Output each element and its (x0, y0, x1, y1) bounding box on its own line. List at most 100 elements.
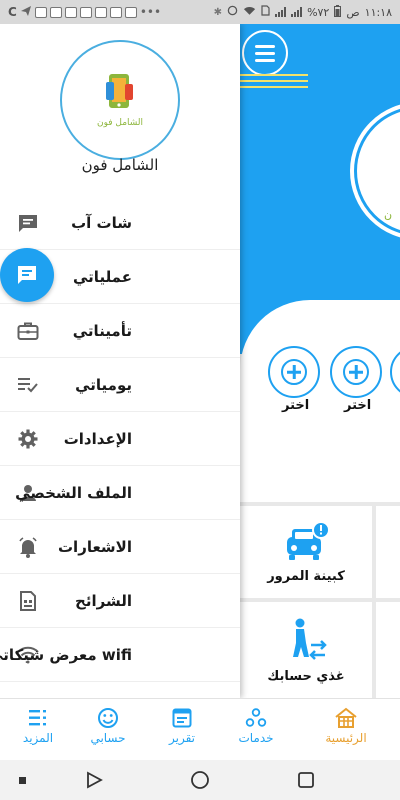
menu-item-label: تأميناتي (72, 321, 132, 340)
menu-item-wifi[interactable]: معرض شبكاتي wifi (0, 628, 240, 682)
recents-square-icon (298, 772, 314, 788)
checklist-icon (16, 373, 40, 397)
app-logo: الشامل فون (60, 40, 180, 160)
menu-item-chat[interactable]: شات آب (0, 196, 240, 250)
app-screen: C ••• ✱ %٧٢ ص ١١:١٨ ن اختر اختر كبينة ال… (0, 0, 400, 800)
add-button[interactable] (330, 346, 382, 398)
nav-account[interactable]: حسابي (72, 707, 144, 745)
phone-logo-icon (106, 74, 133, 108)
send-icon (20, 5, 32, 20)
nav-home[interactable]: الرئيسية (310, 707, 382, 745)
menu-button[interactable] (242, 30, 288, 76)
nav-label: المزيد (22, 731, 54, 745)
status-bar: C ••• ✱ %٧٢ ص ١١:١٨ (0, 0, 400, 24)
signal-icon (275, 7, 287, 17)
add-label: اختر (282, 398, 310, 413)
tile-partial[interactable] (376, 506, 400, 598)
plus-icon (343, 359, 369, 385)
tile-label: غذي حسابك (267, 668, 345, 684)
battery-percent: %٧٢ (307, 5, 330, 19)
notification-icon (49, 6, 62, 18)
menu-item-label: معرض شبكاتي wifi (0, 645, 132, 664)
system-navigation-bar (0, 760, 400, 800)
wifi-status-icon (243, 6, 256, 19)
nav-label: الرئيسية (325, 731, 367, 745)
bell-icon (16, 535, 40, 559)
nav-report[interactable]: تقرير (146, 707, 218, 745)
ampm-label: ص (346, 5, 360, 19)
services-grid: كبينة المرور غذي حسابك (240, 502, 400, 698)
menu-item-insurance[interactable]: تأميناتي (0, 304, 240, 358)
bottom-navigation: المزيد حسابي تقرير خدمات الرئيسية (0, 698, 400, 760)
menu-item-label: عملياتي (73, 267, 132, 286)
decor-line (240, 86, 308, 88)
report-icon (172, 708, 192, 728)
notification-icon (94, 6, 107, 18)
notification-icon (34, 6, 47, 18)
menu-item-label: شات آب (71, 213, 132, 232)
menu-item-label: الشرائح (75, 591, 132, 610)
nav-services[interactable]: خدمات (220, 707, 292, 745)
notification-icon (124, 6, 137, 18)
notification-icon (109, 6, 122, 18)
plus-icon (281, 359, 307, 385)
menu-item-notifications[interactable]: الاشعارات (0, 520, 240, 574)
menu-item-label: الاشعارات (57, 537, 132, 556)
system-indicators: ✱ %٧٢ ص ١١:١٨ (213, 4, 392, 20)
menu-item-journal[interactable]: يومياتي (0, 358, 240, 412)
nav-label: تقرير (169, 731, 195, 745)
alarm-icon (227, 5, 238, 19)
notification-icon (79, 6, 92, 18)
more-icon (29, 710, 46, 726)
menu-item-settings[interactable]: الإعدادات (0, 412, 240, 466)
back-button[interactable] (82, 768, 106, 792)
message-icon (18, 266, 36, 284)
home-logo-text: ن (384, 208, 393, 221)
menu-item-profile[interactable]: الملف الشخصي (0, 466, 240, 520)
add-button[interactable] (268, 346, 320, 398)
square-menu-button[interactable] (10, 768, 34, 792)
home-button[interactable] (188, 768, 212, 792)
menu-item-label: الإعدادات (63, 429, 132, 448)
navigation-drawer: الشامل فون الشامل فون شات آب عملياتي تأم… (0, 24, 240, 698)
car-icon (287, 520, 330, 560)
menu-item-sims[interactable]: الشرائح (0, 574, 240, 628)
menu-item-label: يومياتي (75, 375, 132, 394)
transfer-icon (293, 618, 327, 660)
recents-button[interactable] (294, 768, 318, 792)
briefcase-icon (16, 319, 40, 343)
operations-fab[interactable] (0, 248, 54, 302)
small-square-icon (18, 776, 26, 784)
tile-traffic[interactable]: كبينة المرور (240, 506, 372, 598)
nav-label: خدمات (238, 731, 274, 745)
more-dots-icon: ••• (139, 5, 162, 19)
sim-status-icon (261, 5, 270, 19)
notification-icon (64, 6, 77, 18)
services-icon (245, 708, 267, 727)
signal-icon (291, 7, 303, 17)
sim-card-icon (16, 589, 40, 613)
tile-label: كبينة المرور (267, 568, 345, 584)
nav-label: حسابي (90, 731, 126, 745)
add-label: اختر (344, 398, 372, 413)
drawer-app-name: الشامل فون (81, 156, 159, 174)
battery-icon (334, 4, 342, 20)
bluetooth-icon: ✱ (213, 6, 223, 18)
tile-partial[interactable] (376, 602, 400, 698)
chat-icon (16, 211, 40, 235)
home-circle-icon (191, 771, 209, 789)
home-icon (335, 707, 357, 728)
clock: ١١:١٨ (364, 5, 392, 19)
menu-item-label: الملف الشخصي (15, 483, 132, 502)
tile-topup[interactable]: غذي حسابك (240, 602, 372, 698)
logo-caption: الشامل فون (96, 118, 144, 128)
decor-line (240, 74, 308, 76)
nav-more[interactable]: المزيد (2, 707, 74, 745)
gear-icon (16, 427, 40, 451)
smile-icon (98, 708, 118, 728)
notification-icons: C ••• (8, 5, 161, 20)
back-triangle-icon (87, 771, 103, 789)
home-panel (240, 300, 400, 510)
decor-line (240, 80, 308, 82)
carrier-icon: C (8, 5, 17, 19)
